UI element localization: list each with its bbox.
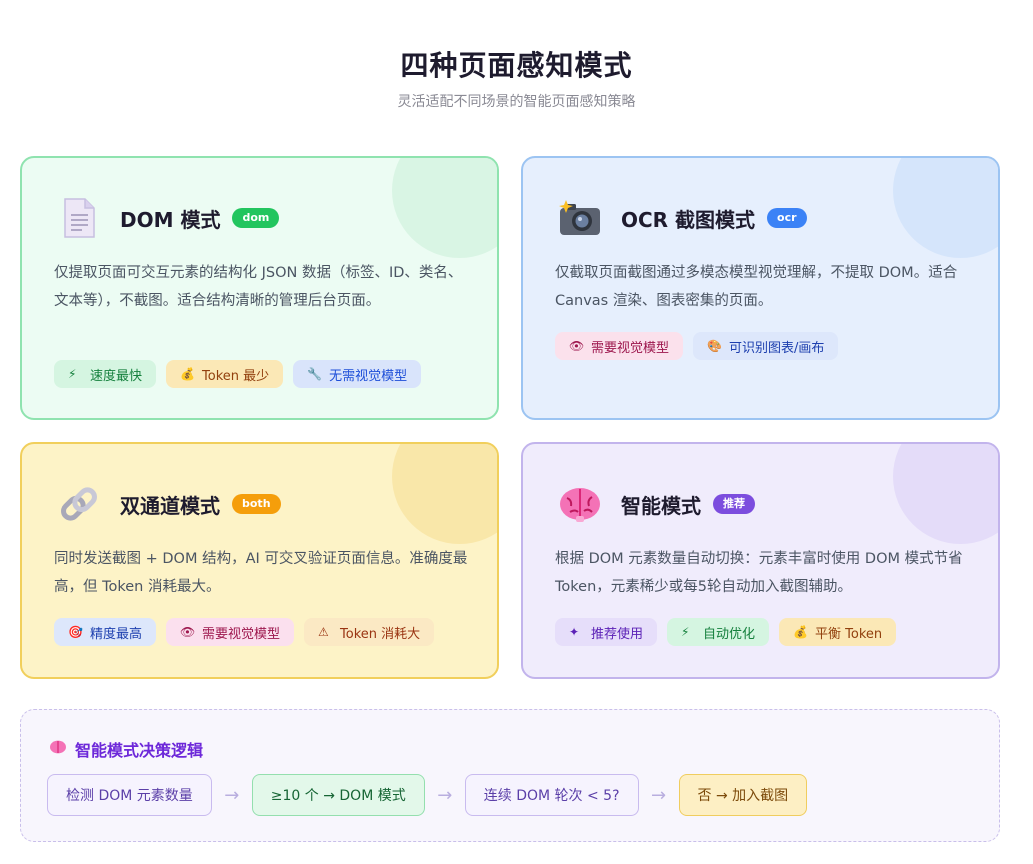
feature-chips: 👁 需要视觉模型 🎨 可识别图表/画布 [555, 332, 839, 360]
mode-card-ocr[interactable]: OCR 截图模式 ocr 仅截取页面截图通过多模态模型视觉理解，不提取 DOM。… [521, 156, 1000, 420]
chip-recommended: ✦ 推荐使用 [555, 618, 658, 646]
mode-tag: 推荐 [713, 494, 755, 514]
mode-tag: dom [232, 208, 280, 228]
card-description: 同时发送截图 + DOM 结构，AI 可交叉验证页面信息。准确度最高，但 Tok… [54, 551, 468, 595]
palette-icon: 🎨 [707, 339, 722, 353]
mode-card-both[interactable]: 双通道模式 both 同时发送截图 + DOM 结构，AI 可交叉验证页面信息。… [20, 442, 499, 679]
page-title: 四种页面感知模式 [400, 49, 633, 82]
decision-flow: 检测 DOM 元素数量 → ≥10 个 → DOM 模式 → 连续 DOM 轮次… [47, 774, 808, 816]
chip-vision-required: 👁 需要视觉模型 [555, 332, 684, 360]
chip-canvas: 🎨 可识别图表/画布 [693, 332, 839, 360]
card-description: 根据 DOM 元素数量自动切换：元素丰富时使用 DOM 模式节省 Token，元… [555, 551, 963, 595]
card-title: DOM 模式 [120, 207, 221, 232]
lightning-icon: ⚡ [681, 625, 690, 639]
card-decoration [893, 444, 998, 544]
target-icon: 🎯 [68, 625, 83, 639]
lightning-icon: ⚡ [68, 367, 77, 381]
card-header: OCR 截图模式 ocr [555, 196, 807, 240]
decision-logic-panel: 智能模式决策逻辑 检测 DOM 元素数量 → ≥10 个 → DOM 模式 → … [20, 709, 1000, 842]
arrow-right-icon: → [437, 784, 453, 806]
card-header: DOM 模式 dom [54, 196, 280, 240]
eye-icon: 👁 [180, 625, 196, 639]
camera-icon [555, 196, 605, 240]
card-description: 仅提取页面可交互元素的结构化 JSON 数据（标签、ID、类名、文本等），不截图… [54, 265, 463, 309]
chip-auto-optimize: ⚡ 自动优化 [667, 618, 770, 646]
eye-icon: 👁 [569, 339, 585, 353]
card-description: 仅截取页面截图通过多模态模型视觉理解，不提取 DOM。适合 Canvas 渲染、… [555, 265, 958, 309]
card-decoration [893, 158, 998, 258]
money-bag-icon: 💰 [793, 625, 808, 639]
arrow-right-icon: → [224, 784, 240, 806]
mode-card-dom[interactable]: DOM 模式 dom 仅提取页面可交互元素的结构化 JSON 数据（标签、ID、… [20, 156, 499, 420]
chip-balanced-token: 💰 平衡 Token [779, 618, 897, 646]
chip-vision-required: 👁 需要视觉模型 [166, 618, 295, 646]
wrench-icon: 🔧 [307, 367, 323, 381]
flow-step-detect: 检测 DOM 元素数量 [47, 774, 212, 816]
flow-step-add-screenshot: 否 → 加入截图 [678, 774, 808, 816]
chip-no-vision: 🔧 无需视觉模型 [293, 360, 422, 388]
card-title: 双通道模式 [120, 493, 220, 518]
money-bag-icon: 💰 [180, 367, 195, 381]
chip-token: 💰 Token 最少 [166, 360, 284, 388]
feature-chips: 🎯 精度最高 👁 需要视觉模型 ⚠ Token 消耗大 [54, 618, 435, 646]
page-subtitle: 灵活适配不同场景的智能页面感知策略 [397, 94, 636, 110]
page-header: 四种页面感知模式 灵活适配不同场景的智能页面感知策略 [0, 46, 1033, 112]
mode-card-smart[interactable]: 智能模式 推荐 根据 DOM 元素数量自动切换：元素丰富时使用 DOM 模式节省… [521, 442, 1000, 679]
mode-tag: both [232, 494, 281, 514]
card-header: 智能模式 推荐 [555, 482, 755, 526]
brain-icon [49, 739, 67, 759]
brain-icon [555, 482, 605, 526]
chip-precision: 🎯 精度最高 [54, 618, 157, 646]
decision-title: 智能模式决策逻辑 [49, 737, 203, 761]
feature-chips: ✦ 推荐使用 ⚡ 自动优化 💰 平衡 Token [555, 618, 897, 646]
feature-chips: ⚡ 速度最快 💰 Token 最少 🔧 无需视觉模型 [54, 360, 422, 388]
chip-speed: ⚡ 速度最快 [54, 360, 157, 388]
card-title: 智能模式 [621, 493, 701, 518]
chip-token-cost: ⚠ Token 消耗大 [304, 618, 435, 646]
card-decoration [392, 444, 497, 544]
sparkle-icon: ✦ [569, 625, 580, 639]
flow-step-dom-mode: ≥10 个 → DOM 模式 [251, 774, 425, 816]
document-icon [54, 196, 104, 240]
link-icon [54, 482, 104, 526]
flow-step-round-check: 连续 DOM 轮次 < 5? [464, 774, 639, 816]
warning-icon: ⚠ [318, 625, 329, 639]
card-decoration [392, 158, 497, 258]
arrow-right-icon: → [650, 784, 667, 806]
card-header: 双通道模式 both [54, 482, 281, 526]
mode-tag: ocr [767, 208, 807, 228]
card-title: OCR 截图模式 [621, 207, 756, 232]
